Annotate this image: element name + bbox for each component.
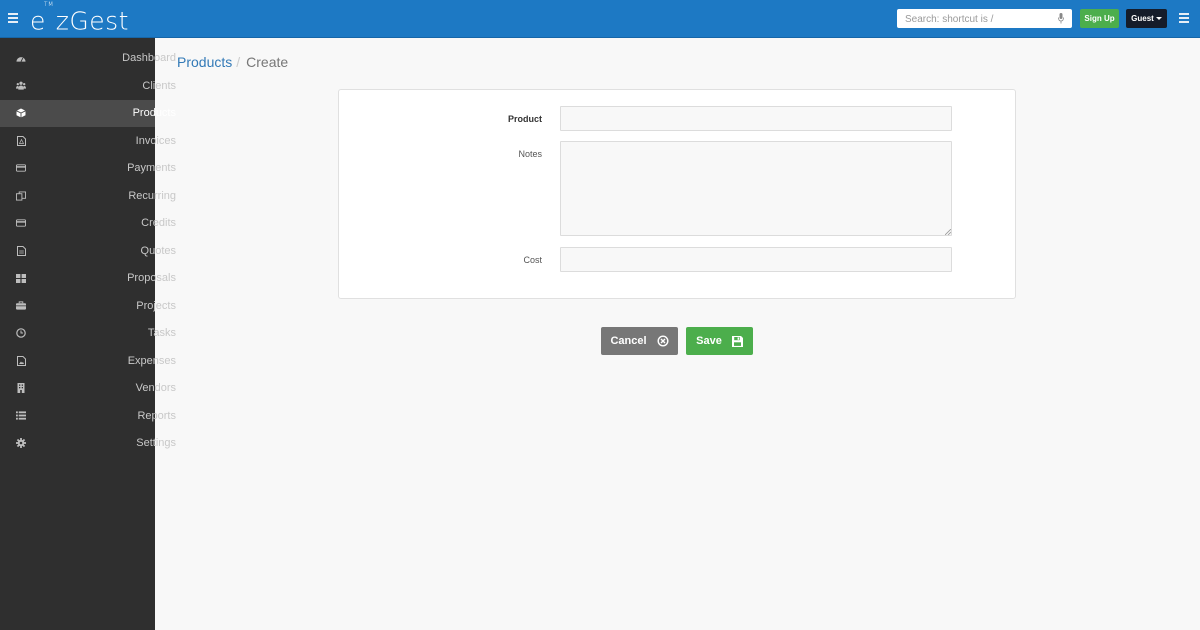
sidebar-item-label: Recurring xyxy=(128,189,176,202)
sidebar-item-payments[interactable]: Payments xyxy=(0,155,176,183)
guest-menu-button[interactable]: Guest xyxy=(1126,9,1167,28)
breadcrumb-separator: / xyxy=(236,54,241,70)
search-input[interactable] xyxy=(897,10,1047,29)
breadcrumb: Products / Create xyxy=(177,54,288,70)
notes-textarea[interactable] xyxy=(560,141,952,236)
sidebar-item-label: Settings xyxy=(136,437,176,450)
notes-label: Notes xyxy=(518,149,542,159)
microphone-icon[interactable] xyxy=(1058,13,1064,24)
sidebar-item-label: Clients xyxy=(142,79,176,92)
search-box xyxy=(897,9,1072,29)
sidebar-item-proposals[interactable]: Proposals xyxy=(0,265,176,293)
sidebar-item-label: Proposals xyxy=(127,272,176,285)
sidebar-item-recurring[interactable]: Recurring xyxy=(0,182,176,210)
product-form-panel: Product Notes Cost xyxy=(338,89,1016,299)
product-label: Product xyxy=(507,114,542,124)
textarea-resize-handle-icon[interactable] xyxy=(945,229,951,235)
sidebar-item-expenses[interactable]: Expenses xyxy=(0,347,176,375)
breadcrumb-products-link[interactable]: Products xyxy=(177,54,232,70)
sidebar-item-label: Expenses xyxy=(127,354,176,367)
sidebar-item-credits[interactable]: Credits xyxy=(0,210,176,238)
sidebar-item-invoices[interactable]: Invoices xyxy=(0,127,176,155)
sidebar-item-label: Invoices xyxy=(135,134,176,147)
sidebar-item-label: Payments xyxy=(127,162,176,175)
breadcrumb-current: Create xyxy=(246,54,289,70)
sidebar-item-vendors[interactable]: Vendors xyxy=(0,375,176,403)
top-navbar: eTMzGest Sign Up Guest xyxy=(0,0,1200,38)
sidebar-item-products[interactable]: Products xyxy=(0,99,176,127)
sidebar-item-dashboard[interactable]: Dashboard xyxy=(0,45,176,73)
product-input[interactable] xyxy=(560,106,952,131)
sidebar-item-settings[interactable]: Settings xyxy=(0,430,176,458)
cost-label: Cost xyxy=(523,255,542,265)
sidebar-item-label: Vendors xyxy=(135,382,176,395)
cancel-button[interactable]: Cancel xyxy=(601,327,678,355)
sidebar-item-label: Credits xyxy=(141,217,176,230)
sidebar-item-label: Projects xyxy=(136,299,176,312)
sidebar-item-projects[interactable]: Projects xyxy=(0,292,176,320)
sidebar-item-tasks[interactable]: Tasks xyxy=(0,320,176,348)
sidebar-item-label: Reports xyxy=(137,409,176,422)
sidebar-nav: Dashboard Clients Products Invoices Paym… xyxy=(0,38,176,630)
sidebar-item-label: Quotes xyxy=(140,244,176,257)
sidebar-item-quotes[interactable]: Quotes xyxy=(0,237,176,265)
floppy-disk-icon xyxy=(731,335,743,347)
sidebar-item-clients[interactable]: Clients xyxy=(0,72,176,100)
sidebar-item-reports[interactable]: Reports xyxy=(0,402,176,430)
caret-down-icon xyxy=(1155,17,1162,21)
app-logo[interactable]: eTMzGest xyxy=(30,1,129,36)
sidebar-item-label: Products xyxy=(132,107,176,120)
guest-label: Guest xyxy=(1131,14,1154,23)
cancel-label: Cancel xyxy=(610,335,647,347)
sidebar-item-label: Dashboard xyxy=(122,52,176,65)
right-sidebar-toggle-icon[interactable] xyxy=(1179,13,1189,23)
sidebar-item-label: Tasks xyxy=(147,327,176,340)
save-label: Save xyxy=(696,335,722,347)
times-circle-icon xyxy=(657,335,669,347)
menu-toggle-icon[interactable] xyxy=(8,13,18,23)
cost-input[interactable] xyxy=(560,247,952,272)
sign-up-button[interactable]: Sign Up xyxy=(1080,9,1119,28)
save-button[interactable]: Save xyxy=(686,327,753,355)
